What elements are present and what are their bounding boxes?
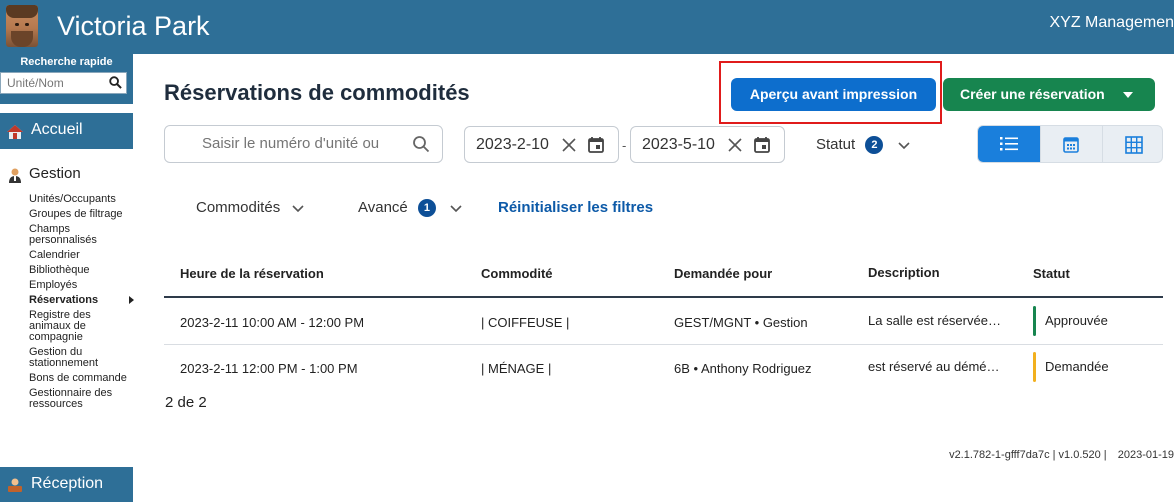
amenities-filter-dropdown[interactable]: Commodités	[196, 199, 304, 217]
top-bar: Victoria Park XYZ Managemen	[0, 0, 1174, 54]
cell-amenity: | COIFFEUSE |	[481, 315, 570, 330]
quick-search-panel: Recherche rapide	[0, 54, 133, 104]
sidebar-item-reception[interactable]: Réception	[0, 467, 133, 502]
quick-search-title: Recherche rapide	[20, 56, 113, 68]
calendar-icon[interactable]	[587, 136, 605, 159]
sidebar-item-label: Réservations	[29, 294, 99, 306]
sidebar-item-label: Accueil	[31, 121, 83, 138]
active-arrow-icon	[129, 296, 134, 304]
sidebar: Recherche rapide Accueil Gestion Unités/…	[0, 54, 134, 502]
calendar-view-button[interactable]	[1040, 126, 1102, 162]
date-to-field[interactable]: 2023-5-10	[630, 126, 785, 163]
print-preview-button[interactable]: Aperçu avant impression	[731, 78, 936, 111]
status-indicator	[1033, 306, 1036, 336]
chevron-down-icon	[450, 200, 462, 217]
status-filter-dropdown[interactable]: Statut 2	[816, 136, 910, 154]
version-footer: v2.1.782-1-gfff7da7c | v1.0.520 | 2023-0…	[949, 449, 1174, 461]
version-string: v2.1.782-1-gfff7da7c | v1.0.520 |	[949, 449, 1107, 461]
clear-icon[interactable]	[727, 137, 743, 158]
build-date: 2023-01-19	[1117, 449, 1174, 461]
column-header-status[interactable]: Statut	[1033, 266, 1070, 281]
avatar[interactable]	[6, 5, 38, 47]
amenities-filter-label: Commodités	[196, 199, 281, 216]
advanced-filter-dropdown[interactable]: Avancé 1	[358, 199, 462, 217]
search-icon[interactable]	[109, 76, 122, 94]
view-toggle	[977, 125, 1163, 163]
clear-icon[interactable]	[561, 137, 577, 158]
sidebar-item-label: Réception	[31, 475, 104, 492]
date-from-field[interactable]: 2023-2-10	[464, 126, 619, 163]
list-icon	[1000, 137, 1018, 151]
status-filter-count-badge: 2	[865, 136, 884, 154]
sidebar-item-resource-manager[interactable]: Gestionnaire des ressources	[29, 388, 133, 410]
sidebar-section-label: Gestion	[29, 165, 81, 182]
sidebar-item-custom-fields[interactable]: Champs personnalisés	[29, 224, 133, 246]
cell-amenity: | MÉNAGE |	[481, 361, 552, 376]
caret-down-icon[interactable]	[1123, 92, 1133, 98]
cell-time: 2023-2-11 12:00 PM - 1:00 PM	[180, 361, 358, 376]
column-header-amenity[interactable]: Commodité	[481, 266, 553, 281]
sidebar-item-parking[interactable]: Gestion du stationnement	[29, 347, 133, 369]
cell-time: 2023-2-11 10:00 AM - 12:00 PM	[180, 315, 365, 330]
date-to-value: 2023-5-10	[642, 136, 715, 153]
cell-status: Demandée	[1045, 359, 1109, 374]
sidebar-section-gestion[interactable]: Gestion	[0, 162, 133, 184]
sidebar-item-library[interactable]: Bibliothèque	[29, 265, 133, 276]
pagination-count: 2 de 2	[165, 394, 207, 411]
status-indicator	[1033, 352, 1036, 382]
cell-requested-for: GEST/MGNT • Gestion	[674, 315, 808, 330]
sidebar-item-filter-groups[interactable]: Groupes de filtrage	[29, 209, 133, 220]
cell-description: La salle est réservée…	[868, 313, 1001, 328]
quick-search-box	[0, 72, 127, 94]
reception-icon	[6, 477, 24, 498]
sidebar-item-reservations[interactable]: Réservations	[29, 294, 134, 306]
date-from-value: 2023-2-10	[476, 136, 549, 153]
home-icon	[6, 124, 24, 145]
app-title: Victoria Park	[57, 11, 210, 41]
manager-icon	[7, 167, 23, 187]
unit-search-input[interactable]	[202, 135, 382, 152]
sidebar-item-purchase-orders[interactable]: Bons de commande	[29, 373, 133, 384]
create-reservation-button[interactable]: Créer une réservation	[943, 78, 1155, 111]
calendar-icon[interactable]	[753, 136, 771, 159]
row-divider	[164, 344, 1163, 345]
column-header-description[interactable]: Description	[868, 265, 940, 280]
create-reservation-label: Créer une réservation	[960, 86, 1105, 102]
chevron-down-icon	[292, 200, 304, 217]
sidebar-item-accueil[interactable]: Accueil	[0, 113, 133, 149]
chevron-down-icon	[897, 137, 910, 154]
quick-search-input[interactable]	[1, 73, 96, 93]
column-header-requested-for[interactable]: Demandée pour	[674, 266, 772, 281]
search-icon[interactable]	[412, 135, 430, 158]
cell-requested-for: 6B • Anthony Rodriguez	[674, 361, 812, 376]
grid-icon	[1125, 136, 1143, 154]
page-title: Réservations de commodités	[164, 80, 470, 105]
cell-status: Approuvée	[1045, 313, 1108, 328]
grid-view-button[interactable]	[1102, 126, 1162, 162]
date-range-separator: -	[622, 138, 627, 153]
advanced-filter-count-badge: 1	[417, 199, 436, 217]
unit-search-field	[164, 125, 443, 163]
column-header-time[interactable]: Heure de la réservation	[180, 266, 324, 281]
sidebar-item-pet-registry[interactable]: Registre des animaux de compagnie	[29, 310, 133, 343]
reset-filters-link[interactable]: Réinitialiser les filtres	[498, 199, 653, 216]
company-name[interactable]: XYZ Managemen	[1049, 14, 1174, 32]
sidebar-item-employees[interactable]: Employés	[29, 280, 133, 291]
advanced-filter-label: Avancé	[358, 199, 408, 216]
gestion-submenu: Unités/Occupants Groupes de filtrage Cha…	[29, 194, 134, 414]
status-filter-label: Statut	[816, 136, 856, 153]
sidebar-item-calendar[interactable]: Calendrier	[29, 250, 133, 261]
calendar-icon	[1063, 137, 1079, 153]
header-divider	[164, 296, 1163, 298]
sidebar-item-units[interactable]: Unités/Occupants	[29, 194, 133, 205]
cell-description: est réservé au démé…	[868, 359, 1000, 374]
list-view-button[interactable]	[978, 126, 1040, 162]
